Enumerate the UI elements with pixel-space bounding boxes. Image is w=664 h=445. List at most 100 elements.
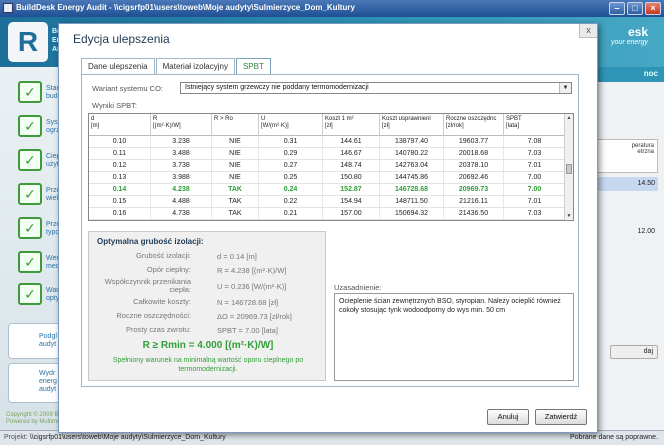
column-header[interactable]: U [W/(m²·K)] (259, 114, 323, 136)
table-cell: 148711.50 (380, 196, 444, 207)
tab-spbt[interactable]: SPBT (235, 58, 271, 74)
table-cell: 0.25 (259, 172, 323, 183)
close-icon[interactable]: × (645, 2, 661, 15)
optimal-label: Całkowite koszty: (133, 297, 191, 306)
check-list-icon: ✓ (18, 81, 42, 103)
right-panel-button[interactable]: daj (610, 345, 658, 359)
condition-note: Spełniony warunek na minimalną wartość o… (112, 357, 304, 373)
edit-improvement-dialog: Edycja ulepszenia x Dane ulepszenia Mate… (58, 23, 598, 433)
optimal-value: d = 0.14 [m] (217, 252, 257, 261)
table-cell: 20018.68 (444, 148, 504, 159)
table-cell: 3.238 (151, 136, 212, 147)
table-cell: 7.00 (504, 184, 566, 195)
optimal-label: Roczne oszczędności: (116, 311, 191, 320)
app-title-bar: BuildDesk Energy Audit - \\cigsrfp01\use… (0, 0, 664, 17)
table-cell: 7.00 (504, 172, 566, 183)
spbt-panel: Wariant systemu CO: Istniejący system gr… (81, 74, 579, 387)
results-label: Wyniki SPBT: (92, 101, 137, 110)
optimal-value: SPBT = 7.00 [lata] (217, 326, 278, 335)
scroll-up-icon[interactable]: ▲ (565, 114, 573, 122)
table-cell: 144.61 (323, 136, 380, 147)
table-row[interactable]: 0.13 3.988 NIE 0.25 150.80 144745.86 20692.46 7… (89, 172, 566, 184)
column-header[interactable]: Koszt 1 m² [zł] (323, 114, 380, 136)
table-cell: 7.08 (504, 136, 566, 147)
table-row[interactable]: 0.10 3.238 NIE 0.31 144.61 138797.40 19603.77 7… (89, 136, 566, 148)
variant-icon: ✓ (18, 283, 42, 305)
table-cell: 148.74 (323, 160, 380, 171)
table-cell: 0.11 (89, 148, 151, 159)
optimal-value: ΔO = 20969.73 [zł/rok] (217, 312, 292, 321)
co-variant-select[interactable]: Istniejący system grzewczy nie poddany t… (180, 82, 572, 94)
column-header[interactable]: R [(m²·K)/W] (151, 114, 212, 136)
table-cell: 0.29 (259, 148, 323, 159)
table-cell: TAK (212, 196, 259, 207)
review-icon: ✓ (18, 217, 42, 239)
column-header[interactable]: Roczne oszczędnc [zł/rok] (444, 114, 504, 136)
heat-icon: ✓ (18, 149, 42, 171)
table-row[interactable]: 0.11 3.488 NIE 0.29 146.67 140780.22 20018.68 7… (89, 148, 566, 160)
table-cell: 4.488 (151, 196, 212, 207)
scrollbar-thumb[interactable] (566, 164, 572, 174)
optimal-title: Optymalna grubość izolacji: (97, 237, 204, 246)
tab-dane-ulepszenia[interactable]: Dane ulepszenia (81, 58, 155, 74)
table-cell: 0.22 (259, 196, 323, 207)
table-cell: 4.738 (151, 208, 212, 219)
table-row[interactable]: 0.16 4.738 TAK 0.21 157.00 150694.32 21436.50 7… (89, 208, 566, 220)
dialog-close-icon[interactable]: x (579, 24, 597, 38)
table-cell: 150.80 (323, 172, 380, 183)
project-path: \\cigsrfp01\users\toweb\Moje audyty\Sulm… (29, 434, 226, 441)
status-message: Pobrane dane są poprawne. (570, 434, 658, 441)
table-cell: 20692.46 (444, 172, 504, 183)
table-cell: 157.00 (323, 208, 380, 219)
optimal-thickness-box: Optymalna grubość izolacji: Grubość izol… (88, 231, 326, 381)
column-header[interactable]: R > Ro (212, 114, 259, 136)
scroll-down-icon[interactable]: ▼ (565, 212, 573, 220)
table-cell: 154.94 (323, 196, 380, 207)
table-cell: 20969.73 (444, 184, 504, 195)
minimize-icon[interactable]: – (609, 2, 625, 15)
table-cell: 4.238 (151, 184, 212, 195)
window-controls: – □ × (609, 2, 661, 15)
heating-icon: ✓ (18, 115, 42, 137)
table-cell: 146.67 (323, 148, 380, 159)
optimal-value: R = 4.238 [(m²·K)/W] (217, 266, 287, 275)
table-cell: 0.24 (259, 184, 323, 195)
maximize-icon[interactable]: □ (627, 2, 643, 15)
table-cell: 7.03 (504, 208, 566, 219)
table-cell: 0.21 (259, 208, 323, 219)
condition-formula: R ≥ Rmin = 4.000 [(m²·K)/W] (142, 340, 274, 351)
approve-button[interactable]: Zatwierdź (535, 409, 587, 425)
table-scrollbar[interactable]: ▲ ▼ (564, 114, 573, 220)
table-cell: 7.03 (504, 148, 566, 159)
table-row-selected[interactable]: 0.14 4.238 TAK 0.24 152.87 146728.68 20969.73 7… (89, 184, 566, 196)
table-row[interactable]: 0.15 4.488 TAK 0.22 154.94 148711.50 21216.11 7… (89, 196, 566, 208)
table-cell: 0.12 (89, 160, 151, 171)
table-cell: 0.31 (259, 136, 323, 147)
column-header[interactable]: Koszt usprawnieni [zł] (380, 114, 444, 136)
column-header[interactable]: SPBT [lata] (504, 114, 566, 136)
table-cell: 0.27 (259, 160, 323, 171)
tab-material-izolacyjny[interactable]: Materiał izolacyjny (155, 58, 235, 74)
optimal-label: Współczynnik przenikania ciepła: (104, 277, 191, 294)
chevron-down-icon[interactable]: ▼ (559, 83, 571, 93)
table-cell: 144745.86 (380, 172, 444, 183)
table-row[interactable]: 0.12 3.738 NIE 0.27 148.74 142763.04 20378.10 7… (89, 160, 566, 172)
table-cell: 0.15 (89, 196, 151, 207)
table-header: d [m] R [(m²·K)/W] R > Ro U [W/(m²·K)] Kosz… (89, 114, 566, 136)
brand-right: esk your energy (611, 25, 648, 46)
spbt-results-table: d [m] R [(m²·K)/W] R > Ro U [W/(m²·K)] Kosz… (88, 113, 574, 221)
table-cell: 19603.77 (444, 136, 504, 147)
optimal-value: U = 0.236 [W/(m²·K)] (217, 282, 287, 291)
optimal-label: Prosty czas zwrotu: (125, 325, 191, 334)
optimal-value: N = 146728.68 [zł] (217, 298, 279, 307)
table-cell: 0.10 (89, 136, 151, 147)
table-cell: 21216.11 (444, 196, 504, 207)
table-cell: 0.14 (89, 184, 151, 195)
justification-textarea[interactable]: Ocieplenie ścian zewnętrznych BSO, styro… (334, 293, 574, 381)
table-cell: 3.738 (151, 160, 212, 171)
column-header[interactable]: d [m] (89, 114, 151, 136)
table-body: 0.10 3.238 NIE 0.31 144.61 138797.40 19603.77 7… (89, 136, 566, 220)
table-cell: NIE (212, 160, 259, 171)
cancel-button[interactable]: Anuluj (487, 409, 529, 425)
table-cell: NIE (212, 148, 259, 159)
